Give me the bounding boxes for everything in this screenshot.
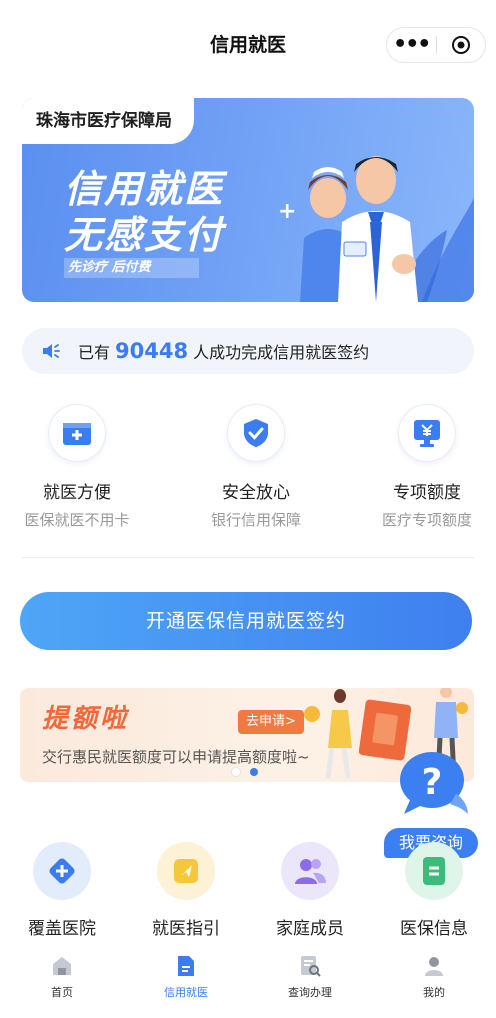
insurance-info-icon: [405, 842, 463, 900]
promo-description: 交行惠民就医额度可以申请提高额度啦~: [42, 748, 310, 766]
feature-title: 就医方便: [43, 483, 111, 503]
tab-profile[interactable]: 我的: [384, 952, 484, 1000]
profile-icon: [384, 952, 484, 980]
service-label: 覆盖医院: [28, 919, 96, 939]
credit-medical-page: 信用就医 ••• 珠海市医疗保障局 信用就医 无感支付 先诊疗 后付费 + 已有…: [0, 0, 496, 1018]
more-menu-icon[interactable]: •••: [387, 28, 436, 62]
service-insurance-info[interactable]: 医保信息: [379, 842, 489, 939]
home-icon: [12, 952, 112, 980]
tab-label: 首页: [51, 986, 73, 999]
feature-safe: 安全放心 银行信用保障: [186, 404, 326, 530]
apply-button[interactable]: 去申请>: [238, 710, 304, 734]
family-members-icon: [281, 842, 339, 900]
stat-prefix: 已有: [78, 343, 111, 362]
speaker-icon: [43, 344, 60, 358]
bottom-tab-bar: 首页 信用就医 查询办理 我的: [0, 948, 496, 1018]
quick-services: 覆盖医院 就医指引 家庭成员 医保信息: [0, 842, 496, 942]
service-guide[interactable]: 就医指引: [131, 842, 241, 939]
feature-subtitle: 银行信用保障: [210, 511, 301, 529]
tab-label: 我的: [423, 986, 445, 999]
tab-home[interactable]: 首页: [12, 952, 112, 1000]
section-divider: [22, 557, 474, 558]
feature-subtitle: 医疗专项额度: [381, 511, 472, 529]
shield-check-icon: [227, 404, 285, 462]
feature-convenient: 就医方便 医保就医不用卡: [7, 404, 147, 530]
close-target-icon[interactable]: [436, 35, 485, 55]
tab-label: 查询办理: [288, 986, 332, 999]
feature-subtitle: 医保就医不用卡: [24, 511, 130, 529]
mini-program-capsule: •••: [386, 27, 486, 63]
stat-count: 90448: [115, 339, 189, 363]
svg-text:+: +: [278, 199, 296, 224]
feature-list: 就医方便 医保就医不用卡 安全放心 银行信用保障 专项额度 医疗专项额度: [0, 404, 496, 529]
banner-agency-tag: 珠海市医疗保障局: [22, 98, 194, 144]
medical-card-icon: [48, 404, 106, 462]
credit-doc-icon: [136, 952, 236, 980]
stat-suffix: 人成功完成信用就医签约: [193, 343, 370, 362]
banner-headline-2: 无感支付: [64, 213, 225, 257]
sign-up-button[interactable]: 开通医保信用就医签约: [20, 592, 472, 650]
tab-label: 信用就医: [164, 986, 208, 999]
doctor-nurse-illustration: +: [278, 156, 474, 302]
promo-banner[interactable]: 珠海市医疗保障局 信用就医 无感支付 先诊疗 后付费 +: [22, 98, 474, 302]
feature-quota: 专项额度 医疗专项额度: [357, 404, 496, 530]
service-family[interactable]: 家庭成员: [255, 842, 365, 939]
query-icon: [260, 952, 360, 980]
feature-title: 专项额度: [393, 483, 461, 503]
yuan-monitor-icon: [398, 404, 456, 462]
nav-header: 信用就医 •••: [0, 0, 496, 88]
question-bubble-icon: ?: [400, 752, 468, 814]
promo-title: 提额啦: [42, 704, 130, 734]
tab-query[interactable]: 查询办理: [260, 952, 360, 1000]
service-label: 家庭成员: [276, 919, 344, 939]
banner-subline: 先诊疗 后付费: [64, 258, 199, 278]
feature-title: 安全放心: [222, 483, 290, 503]
service-label: 就医指引: [152, 919, 220, 939]
carousel-dot-active[interactable]: [250, 768, 258, 776]
carousel-indicator: [232, 768, 258, 776]
signup-count-bar: 已有 90448 人成功完成信用就医签约: [22, 328, 474, 374]
tab-credit-medical[interactable]: 信用就医: [136, 952, 236, 1000]
service-hospitals[interactable]: 覆盖医院: [7, 842, 117, 939]
svg-text:?: ?: [422, 762, 443, 803]
carousel-dot[interactable]: [232, 768, 240, 776]
guide-arrow-icon: [157, 842, 215, 900]
hospital-plus-icon: [33, 842, 91, 900]
service-label: 医保信息: [400, 919, 468, 939]
